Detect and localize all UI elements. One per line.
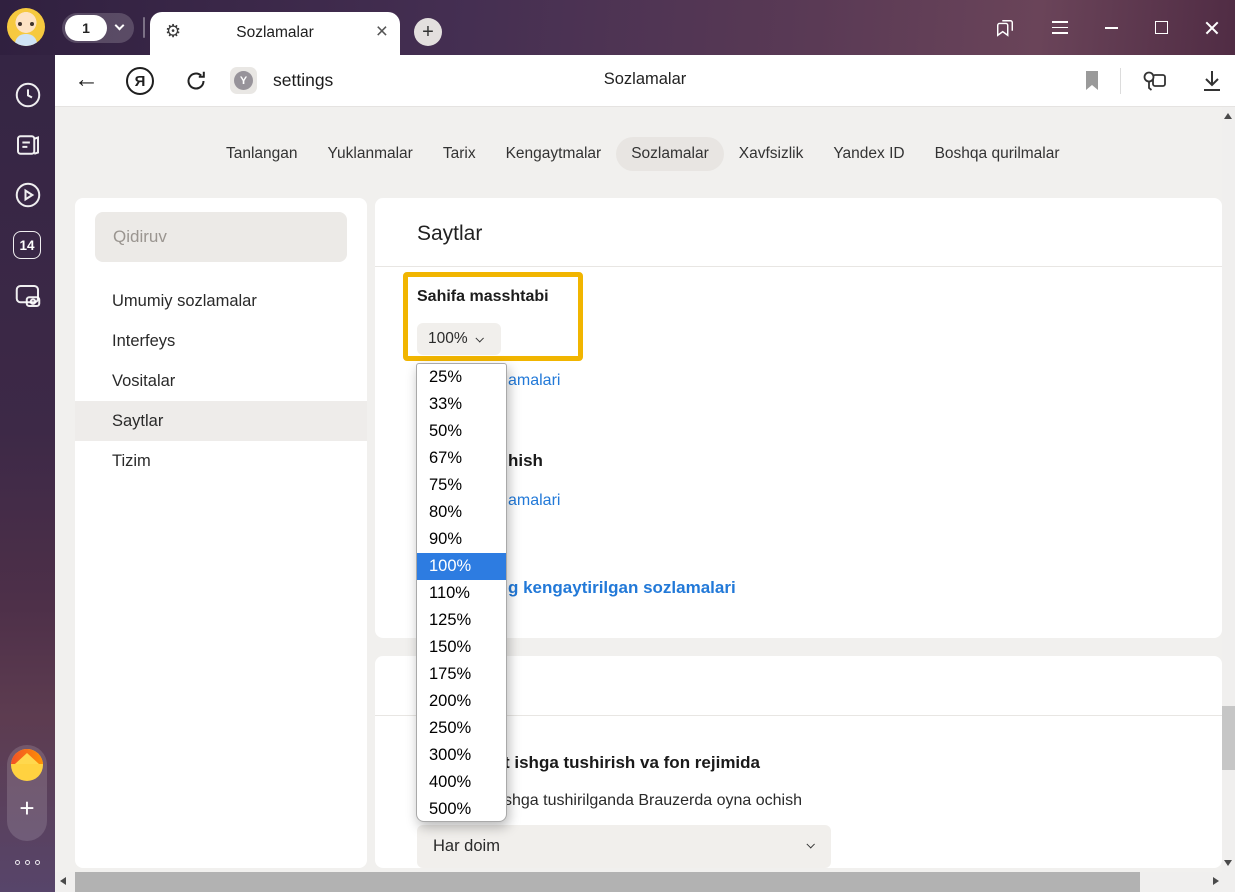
zoom-option[interactable]: 25% xyxy=(417,364,506,391)
browser-toolbar: ← Я Y settings Sozlamalar xyxy=(55,55,1235,107)
new-tab-button[interactable]: + xyxy=(414,18,442,46)
zoom-option[interactable]: 150% xyxy=(417,634,506,661)
vertical-scroll-thumb[interactable] xyxy=(1222,706,1235,770)
sidebar-item-umumiy-sozlamalar[interactable]: Umumiy sozlamalar xyxy=(75,281,367,321)
zoom-option[interactable]: 90% xyxy=(417,526,506,553)
screenshot-icon[interactable] xyxy=(13,281,43,311)
zoom-option-selected[interactable]: 100% xyxy=(417,553,506,580)
settings-nav: Tanlangan Yuklanmalar Tarix Kengaytmalar… xyxy=(211,136,1075,172)
heading-fragment-1: hish xyxy=(508,451,543,471)
autostart-select-value: Har doim xyxy=(433,837,500,856)
menu-icon[interactable] xyxy=(1052,21,1068,34)
tab-separator xyxy=(143,17,145,38)
autostart-select[interactable]: Har doim xyxy=(417,825,831,868)
chevron-down-icon[interactable] xyxy=(115,21,125,31)
zoom-option[interactable]: 500% xyxy=(417,796,506,822)
horizontal-scrollbar[interactable] xyxy=(55,872,1235,892)
tab-yuklanmalar[interactable]: Yuklanmalar xyxy=(313,137,428,171)
bookmark-icon[interactable] xyxy=(1084,70,1100,92)
scroll-left-icon[interactable] xyxy=(60,877,66,885)
tab-yandex-id[interactable]: Yandex ID xyxy=(818,137,919,171)
tab-tarix[interactable]: Tarix xyxy=(428,137,491,171)
page-zoom-value: 100% xyxy=(428,330,468,348)
zoom-option[interactable]: 110% xyxy=(417,580,506,607)
calendar-day: 14 xyxy=(19,238,34,253)
zoom-option[interactable]: 125% xyxy=(417,607,506,634)
zoom-option[interactable]: 75% xyxy=(417,472,506,499)
widget-pill: + xyxy=(7,745,47,841)
search-input[interactable] xyxy=(95,212,347,262)
yandex-logo[interactable]: Я xyxy=(126,67,154,95)
zoom-option[interactable]: 33% xyxy=(417,391,506,418)
profile-avatar[interactable] xyxy=(7,8,45,46)
link-fragment-2[interactable]: amalari xyxy=(508,492,560,510)
tab-group-count[interactable]: 1 xyxy=(65,15,107,41)
vertical-scrollbar[interactable] xyxy=(1222,107,1235,872)
scroll-up-icon[interactable] xyxy=(1224,113,1232,119)
maximize-icon[interactable] xyxy=(1155,21,1168,34)
close-window-icon[interactable] xyxy=(1205,21,1219,35)
zoom-option[interactable]: 67% xyxy=(417,445,506,472)
tab-boshqa-qurilmalar[interactable]: Boshqa qurilmalar xyxy=(920,137,1075,171)
chevron-down-icon xyxy=(806,840,814,848)
toolbar-separator xyxy=(1120,68,1121,94)
page-zoom-label: Sahifa masshtabi xyxy=(417,288,549,306)
calendar-icon[interactable]: 14 xyxy=(13,231,41,259)
settings-sidebar: Umumiy sozlamalar Interfeys Vositalar Sa… xyxy=(75,198,367,868)
feed-icon[interactable] xyxy=(13,130,43,160)
chevron-down-icon xyxy=(475,334,483,342)
site-badge[interactable]: Y xyxy=(230,67,257,94)
history-clock-icon[interactable] xyxy=(13,80,43,110)
sidebar-item-interfeys[interactable]: Interfeys xyxy=(75,321,367,361)
address-text[interactable]: settings xyxy=(273,70,333,91)
zoom-option[interactable]: 250% xyxy=(417,715,506,742)
autostart-heading-fragment: t ishga tushirish va fon rejimida xyxy=(504,753,760,773)
zoom-option[interactable]: 300% xyxy=(417,742,506,769)
autostart-desc-fragment: shga tushirilganda Brauzerda oyna ochish xyxy=(504,792,802,810)
tab-kengaytmalar[interactable]: Kengaytmalar xyxy=(491,137,617,171)
scroll-right-icon[interactable] xyxy=(1213,877,1219,885)
tab-xavfsizlik[interactable]: Xavfsizlik xyxy=(724,137,819,171)
extensions-icon[interactable] xyxy=(1141,68,1169,94)
add-icon[interactable]: + xyxy=(7,793,47,824)
tab-title: Sozlamalar xyxy=(150,24,400,42)
link-fragment-1[interactable]: amalari xyxy=(508,372,560,390)
zoom-option[interactable]: 50% xyxy=(417,418,506,445)
minimize-icon[interactable] xyxy=(1105,27,1118,29)
zoom-option[interactable]: 175% xyxy=(417,661,506,688)
tab-tanlangan[interactable]: Tanlangan xyxy=(211,137,313,171)
download-icon[interactable] xyxy=(1201,69,1223,93)
zoom-option[interactable]: 400% xyxy=(417,769,506,796)
divider xyxy=(375,266,1222,267)
more-dots-icon[interactable] xyxy=(15,860,40,865)
sidebar-item-tizim[interactable]: Tizim xyxy=(75,441,367,481)
browser-tab-settings[interactable]: ⚙ Sozlamalar × xyxy=(150,12,400,55)
refresh-icon[interactable] xyxy=(184,69,208,93)
mail-icon[interactable] xyxy=(11,749,43,781)
back-icon[interactable]: ← xyxy=(74,65,99,94)
panels-icon[interactable] xyxy=(995,18,1015,38)
section-heading: Saytlar xyxy=(417,222,482,246)
tab-sozlamalar[interactable]: Sozlamalar xyxy=(616,137,724,171)
zoom-option[interactable]: 200% xyxy=(417,688,506,715)
titlebar: 1 ⚙ Sozlamalar × + xyxy=(0,0,1235,55)
page-zoom-select[interactable]: 100% xyxy=(417,323,501,355)
zoom-option[interactable]: 80% xyxy=(417,499,506,526)
close-tab-icon[interactable]: × xyxy=(376,20,388,44)
side-rail: 14 + xyxy=(0,55,55,892)
scroll-down-icon[interactable] xyxy=(1224,860,1232,866)
sidebar-item-vositalar[interactable]: Vositalar xyxy=(75,361,367,401)
tab-group-pill[interactable]: 1 xyxy=(62,13,134,43)
advanced-settings-link[interactable]: g kengaytirilgan sozlamalari xyxy=(508,578,736,598)
sidebar-item-saytlar[interactable]: Saytlar xyxy=(75,401,367,441)
zoom-dropdown-list: 25% 33% 50% 67% 75% 80% 90% 100% 110% 12… xyxy=(416,363,507,822)
play-icon[interactable] xyxy=(13,180,43,210)
horizontal-scroll-thumb[interactable] xyxy=(75,872,1140,892)
search-box[interactable] xyxy=(95,212,347,262)
highlight-box: Sahifa masshtabi 100% xyxy=(403,272,583,361)
